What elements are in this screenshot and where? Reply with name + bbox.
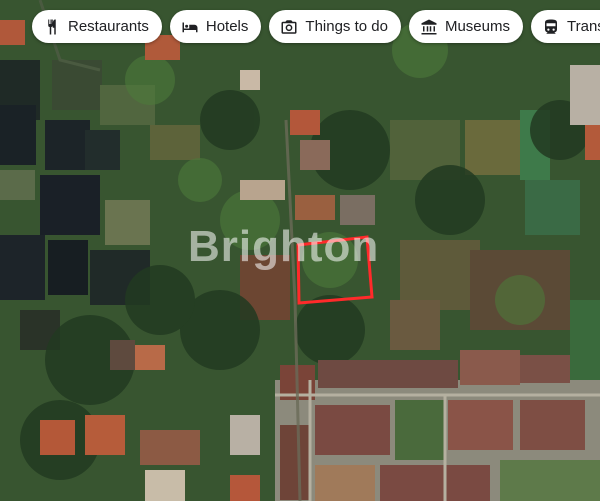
camera-icon: [280, 18, 298, 36]
satellite-map[interactable]: [0, 0, 600, 501]
category-chips: Restaurants Hotels Things to do Museums …: [32, 10, 600, 43]
transit-chip[interactable]: Transit: [531, 10, 600, 43]
museum-icon: [420, 18, 438, 36]
restaurants-label: Restaurants: [68, 18, 149, 35]
hotels-label: Hotels: [205, 18, 249, 35]
things-to-do-chip[interactable]: Things to do: [269, 10, 401, 43]
housing-estate: [275, 350, 600, 501]
bed-icon: [181, 18, 199, 36]
hotels-chip[interactable]: Hotels: [169, 10, 262, 43]
train-icon: [542, 18, 560, 36]
museums-chip[interactable]: Museums: [408, 10, 523, 43]
museums-label: Museums: [444, 18, 510, 35]
transit-label: Transit: [567, 18, 600, 35]
things-to-do-label: Things to do: [305, 18, 388, 35]
restaurants-chip[interactable]: Restaurants: [32, 10, 162, 43]
fork-knife-icon: [43, 18, 61, 36]
